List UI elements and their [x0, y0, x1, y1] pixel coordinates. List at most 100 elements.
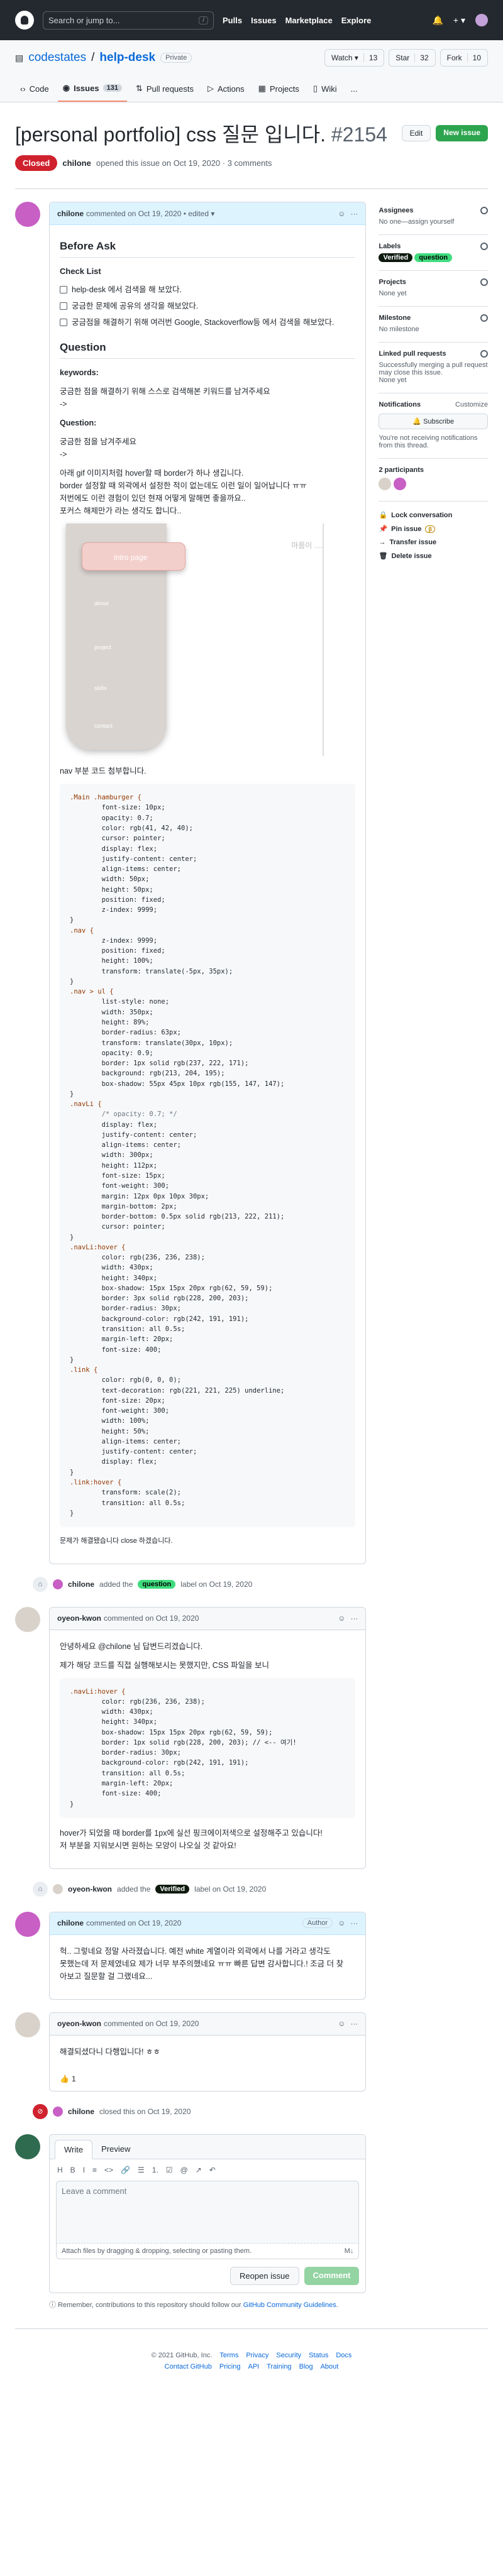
- tab-write[interactable]: Write: [55, 2139, 93, 2159]
- avatar[interactable]: [379, 478, 392, 490]
- reopen-issue-button[interactable]: Reopen issue: [230, 2266, 299, 2285]
- pin-issue-button[interactable]: 📌 Pin issue β: [379, 525, 488, 533]
- question-text: 궁금한 점을 남겨주세요: [60, 437, 136, 447]
- footer-link[interactable]: Status: [309, 2352, 328, 2359]
- tab-code[interactable]: ‹› Code: [15, 77, 54, 102]
- footer-link[interactable]: Blog: [299, 2363, 313, 2370]
- numbered-list-icon[interactable]: 1.: [152, 2166, 158, 2174]
- fork-button[interactable]: Fork 10: [439, 49, 488, 67]
- lock-conversation-button[interactable]: 🔒 Lock conversation: [379, 511, 488, 520]
- labels-heading: Labels: [379, 243, 401, 250]
- repo-name-link[interactable]: help-desk: [99, 51, 155, 65]
- smiley-icon[interactable]: ☺: [338, 1919, 345, 1927]
- tab-preview[interactable]: Preview: [92, 2140, 139, 2159]
- customize-link[interactable]: Customize: [455, 401, 488, 408]
- transfer-issue-button[interactable]: → Transfer issue: [379, 539, 488, 546]
- code-icon[interactable]: <>: [104, 2166, 113, 2174]
- gear-icon[interactable]: [480, 314, 488, 322]
- nav-pulls[interactable]: Pulls: [223, 16, 242, 25]
- guidelines-link[interactable]: GitHub Community Guidelines: [243, 2301, 336, 2309]
- kebab-menu-icon[interactable]: ···: [350, 1919, 358, 1927]
- delete-issue-button[interactable]: 🗑 Delete issue: [379, 552, 488, 561]
- trash-icon: 🗑: [379, 552, 388, 560]
- star-button[interactable]: Star 32: [389, 49, 436, 67]
- kebab-menu-icon[interactable]: ···: [350, 1614, 358, 1623]
- comment-author[interactable]: oyeon-kwon: [57, 2019, 101, 2028]
- comment-textarea[interactable]: Leave a comment: [56, 2180, 360, 2244]
- footer-link[interactable]: About: [321, 2363, 339, 2370]
- label-verified[interactable]: Verified: [379, 253, 413, 262]
- heading-icon[interactable]: H: [57, 2166, 63, 2174]
- label-question[interactable]: question: [138, 1579, 176, 1589]
- footer-link[interactable]: Terms: [219, 2352, 238, 2359]
- comment-author[interactable]: chilone: [57, 1919, 84, 1927]
- smiley-icon[interactable]: ☺: [338, 209, 345, 218]
- gear-icon[interactable]: [480, 207, 488, 214]
- subscribe-button[interactable]: 🔔 Subscribe: [379, 414, 488, 429]
- gear-icon[interactable]: [480, 350, 488, 358]
- footer-link[interactable]: API: [248, 2363, 259, 2370]
- repo-owner-link[interactable]: codestates: [28, 51, 86, 65]
- user-avatar[interactable]: [475, 14, 488, 26]
- checklist-item[interactable]: 궁금한 문제에 공유의 생각을 해보았다.: [60, 300, 355, 312]
- checklist-item[interactable]: help-desk 에서 검색을 해 보았다.: [60, 283, 355, 296]
- kebab-menu-icon[interactable]: ···: [350, 2019, 358, 2028]
- tab-more[interactable]: ...: [346, 77, 363, 102]
- footer-link[interactable]: Pricing: [219, 2363, 241, 2370]
- avatar[interactable]: [15, 1911, 40, 1937]
- comment-author[interactable]: chilone: [57, 209, 84, 218]
- search-input[interactable]: Search or jump to... /: [43, 11, 214, 30]
- attach-files[interactable]: Attach files by dragging & dropping, sel…: [56, 2243, 360, 2259]
- nav-issues[interactable]: Issues: [251, 16, 276, 25]
- footer-link[interactable]: Training: [267, 2363, 291, 2370]
- avatar[interactable]: [15, 2012, 40, 2037]
- gif-screenshot[interactable]: 마름이 .... intro page about project skills…: [60, 523, 324, 757]
- smiley-icon[interactable]: ☺: [338, 1614, 345, 1623]
- comment-button[interactable]: Comment: [304, 2266, 360, 2285]
- watch-button[interactable]: Watch ▾ 13: [324, 49, 385, 67]
- tab-projects[interactable]: ▦ Projects: [253, 77, 304, 102]
- italic-icon[interactable]: I: [83, 2166, 85, 2174]
- tag-icon: ⌂: [33, 1881, 48, 1897]
- avatar[interactable]: [393, 478, 406, 490]
- avatar[interactable]: [15, 202, 40, 227]
- smiley-icon[interactable]: ☺: [338, 2019, 345, 2028]
- create-new-menu[interactable]: + ▾: [453, 15, 465, 26]
- github-logo-icon[interactable]: [15, 11, 34, 30]
- task-list-icon[interactable]: ☑: [166, 2166, 173, 2174]
- tab-wiki[interactable]: ▯ Wiki: [308, 77, 342, 102]
- issue-author-link[interactable]: chilone: [62, 158, 91, 168]
- bell-icon[interactable]: 🔔: [432, 15, 443, 26]
- footer-link[interactable]: Security: [276, 2352, 301, 2359]
- list-icon[interactable]: ☰: [138, 2166, 145, 2174]
- gear-icon[interactable]: [480, 278, 488, 286]
- author-badge: Author: [302, 1918, 333, 1929]
- label-question[interactable]: question: [414, 253, 453, 262]
- checklist-item[interactable]: 궁금점을 해결하기 위해 여러번 Google, Stackoverflow등 …: [60, 316, 355, 329]
- avatar[interactable]: [15, 1606, 40, 1632]
- label-verified[interactable]: Verified: [155, 1884, 190, 1894]
- reference-icon[interactable]: ↗: [196, 2166, 202, 2174]
- tab-actions[interactable]: ▷ Actions: [202, 77, 250, 102]
- reply-icon[interactable]: ↶: [209, 2166, 216, 2174]
- avatar[interactable]: [15, 2134, 40, 2159]
- tab-pull-requests[interactable]: ⇅ Pull requests: [131, 77, 199, 102]
- footer-link[interactable]: Contact GitHub: [165, 2363, 212, 2370]
- bold-icon[interactable]: B: [70, 2166, 75, 2174]
- assignees-value[interactable]: No one—assign yourself: [379, 218, 454, 226]
- tab-issues[interactable]: ◉ Issues 131: [57, 77, 127, 102]
- quote-icon[interactable]: ≡: [92, 2166, 97, 2174]
- reaction-thumbs-up[interactable]: 👍 1: [50, 2075, 365, 2091]
- nav-explore[interactable]: Explore: [341, 16, 372, 25]
- gear-icon[interactable]: [480, 243, 488, 250]
- footer-link[interactable]: Privacy: [246, 2352, 268, 2359]
- edit-button[interactable]: Edit: [401, 125, 431, 141]
- comment-author[interactable]: oyeon-kwon: [57, 1614, 101, 1623]
- footer-link[interactable]: Docs: [336, 2352, 351, 2359]
- nav-marketplace[interactable]: Marketplace: [285, 16, 333, 25]
- mention-icon[interactable]: @: [180, 2166, 188, 2174]
- kebab-menu-icon[interactable]: ···: [350, 209, 358, 218]
- code-line: opacity: 0.9;: [70, 1049, 153, 1057]
- new-issue-button[interactable]: New issue: [436, 125, 488, 141]
- link-icon[interactable]: 🔗: [121, 2166, 130, 2174]
